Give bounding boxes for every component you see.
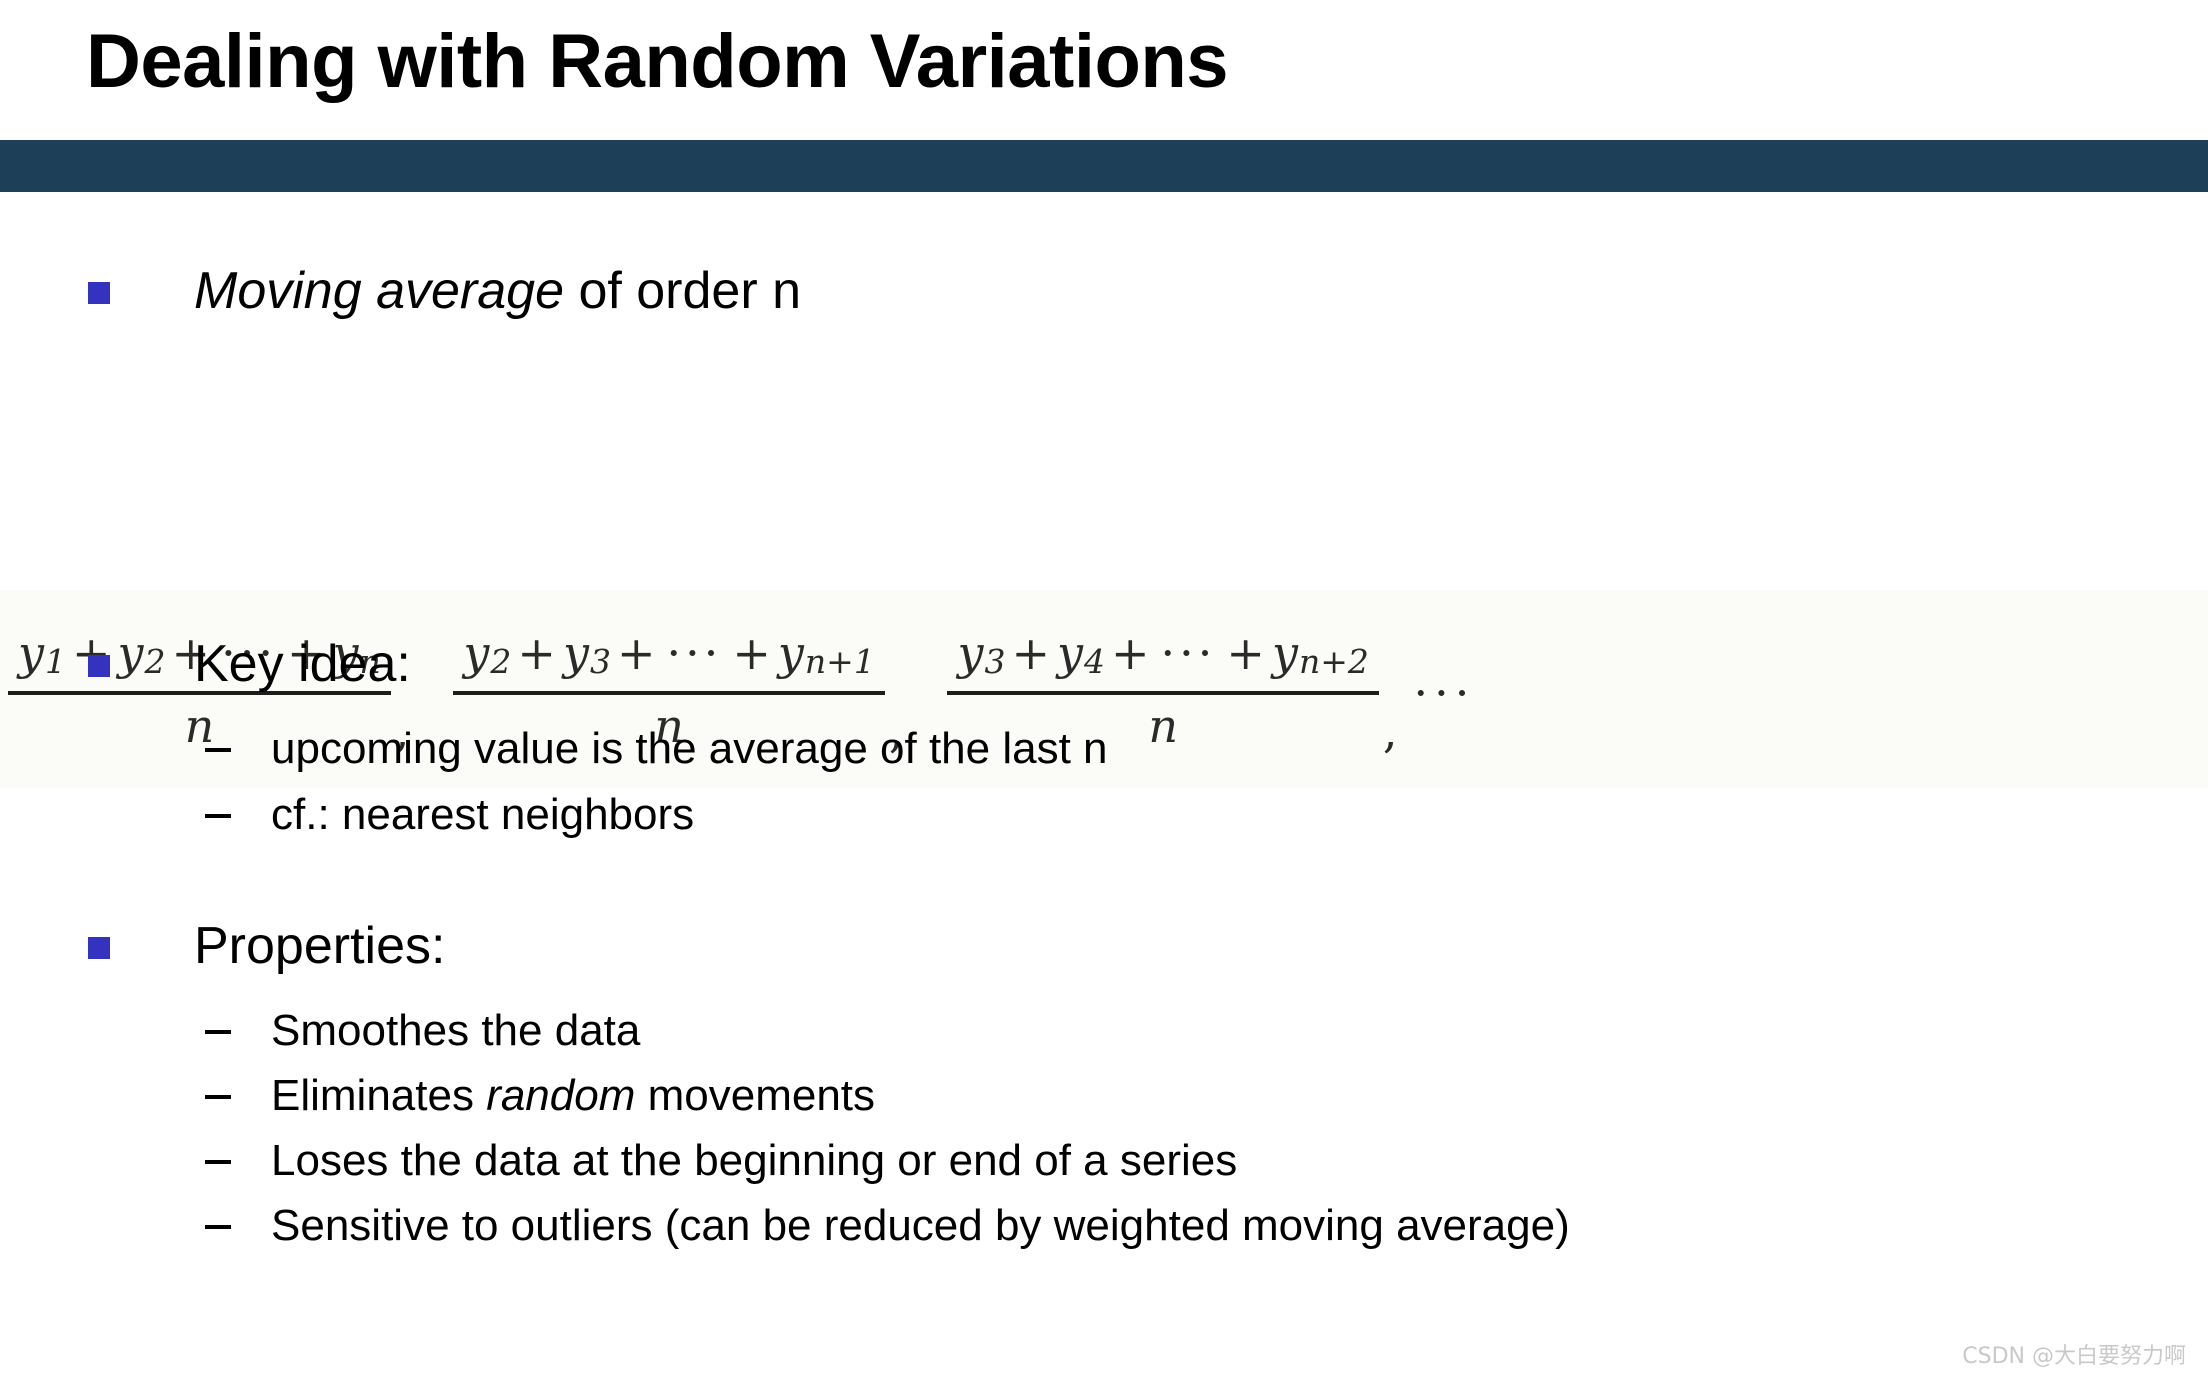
subbullet-eliminates-italic: random: [486, 1071, 636, 1120]
dash-bullet-icon: [205, 1225, 231, 1229]
bullet-key-idea: Key idea:: [88, 633, 411, 695]
page-title: Dealing with Random Variations: [86, 18, 1229, 104]
square-bullet-icon: [88, 282, 110, 304]
subbullet-smoothes-data: Smoothes the data: [205, 1004, 640, 1058]
subbullet-eliminates-random-text: Eliminates random movements: [271, 1069, 875, 1123]
slide-body: Moving average of order n y1 + y2 + ··· + yn n…: [0, 192, 2208, 1386]
dash-bullet-icon: [205, 748, 231, 752]
bullet-properties: Properties:: [88, 915, 445, 977]
slide: Dealing with Random Variations Moving av…: [0, 0, 2208, 1386]
bullet-properties-text: Properties:: [194, 917, 446, 975]
fraction-3-comma: ,: [1382, 704, 1398, 758]
fraction-3-numerator: y3 + y4 + ··· + yn+2: [957, 625, 1369, 681]
subbullet-upcoming-value: upcoming value is the average of the las…: [205, 722, 1108, 776]
dash-bullet-icon: [205, 1095, 231, 1099]
subbullet-loses-data-text: Loses the data at the beginning or end o…: [271, 1136, 1238, 1185]
formula-trailing-ellipsis: ···: [1413, 666, 1476, 720]
subbullet-sensitive-outliers: Sensitive to outliers (can be reduced by…: [205, 1199, 1570, 1253]
dash-bullet-icon: [205, 1030, 231, 1034]
fraction-2-numerator: y2 + y3 + ··· + yn+1: [463, 625, 875, 681]
dash-bullet-icon: [205, 1160, 231, 1164]
fraction-3-denominator: n: [1148, 699, 1178, 754]
bullet-moving-average: Moving average of order n: [88, 260, 801, 322]
dash-bullet-icon: [205, 814, 231, 818]
subbullet-eliminates-random: Eliminates random movements: [205, 1069, 875, 1123]
bullet-moving-average-italic: Moving average: [194, 262, 564, 320]
subbullet-smoothes-data-text: Smoothes the data: [271, 1006, 641, 1055]
bullet-key-idea-text: Key idea:: [194, 635, 411, 693]
subbullet-eliminates-before: Eliminates: [271, 1071, 487, 1120]
bullet-moving-average-text: Moving average of order n: [194, 260, 801, 322]
subbullet-loses-data: Loses the data at the beginning or end o…: [205, 1134, 1237, 1188]
subbullet-nearest-neighbors: cf.: nearest neighbors: [205, 788, 694, 842]
subbullet-eliminates-after: movements: [635, 1071, 876, 1120]
subbullet-sensitive-outliers-text: Sensitive to outliers (can be reduced by…: [271, 1201, 1570, 1250]
square-bullet-icon: [88, 937, 110, 959]
subbullet-nearest-neighbors-text: cf.: nearest neighbors: [271, 790, 695, 839]
csdn-watermark: CSDN @大白要努力啊: [1962, 1344, 2186, 1369]
subbullet-upcoming-value-text: upcoming value is the average of the las…: [271, 724, 1108, 773]
title-accent-bar: [0, 140, 2208, 192]
bullet-moving-average-plain: of order n: [564, 262, 802, 320]
square-bullet-icon: [88, 655, 110, 677]
